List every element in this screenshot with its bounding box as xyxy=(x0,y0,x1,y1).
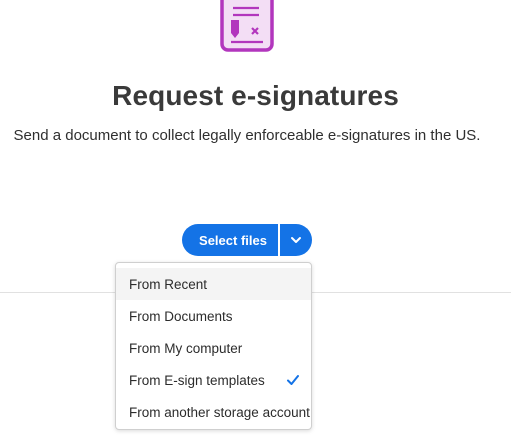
menu-item-from-documents[interactable]: From Documents xyxy=(116,300,311,332)
select-files-menu: From Recent From Documents From My compu… xyxy=(115,262,312,430)
page-subtitle: Send a document to collect legally enfor… xyxy=(13,127,481,144)
menu-item-label: From another storage account xyxy=(129,404,310,420)
menu-item-label: From E-sign templates xyxy=(129,372,265,388)
menu-item-label: From My computer xyxy=(129,340,243,356)
select-files-split-button: Select files xyxy=(182,224,312,256)
request-esign-page: Request e-signatures Send a document to … xyxy=(0,0,511,436)
page-title: Request e-signatures xyxy=(112,80,399,111)
menu-item-label: From Documents xyxy=(129,308,233,324)
chevron-down-icon xyxy=(291,237,301,243)
menu-item-from-recent[interactable]: From Recent xyxy=(116,268,311,300)
menu-item-from-my-computer[interactable]: From My computer xyxy=(116,332,311,364)
menu-item-from-esign-templates[interactable]: From E-sign templates xyxy=(116,364,311,396)
select-files-dropdown-toggle[interactable] xyxy=(280,224,312,256)
signature-document-icon xyxy=(220,0,274,52)
select-files-button[interactable]: Select files xyxy=(182,224,278,256)
menu-item-from-another-storage-account[interactable]: From another storage account xyxy=(116,396,311,428)
menu-item-label: From Recent xyxy=(129,276,208,292)
checkmark-icon xyxy=(287,375,299,385)
